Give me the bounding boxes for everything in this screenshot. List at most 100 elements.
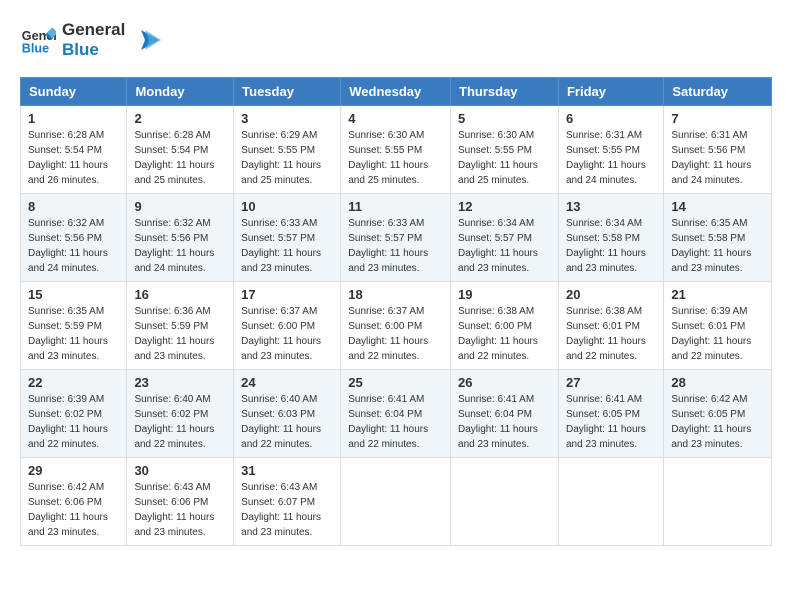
day-number: 13: [566, 199, 656, 214]
day-info: Sunrise: 6:31 AMSunset: 5:56 PMDaylight:…: [671, 128, 764, 188]
day-info: Sunrise: 6:35 AMSunset: 5:58 PMDaylight:…: [671, 216, 764, 276]
day-info: Sunrise: 6:40 AMSunset: 6:02 PMDaylight:…: [134, 392, 226, 452]
day-number: 18: [348, 287, 443, 302]
calendar-cell: 18 Sunrise: 6:37 AMSunset: 6:00 PMDaylig…: [341, 281, 451, 369]
header-friday: Friday: [558, 77, 663, 105]
calendar-cell: 17 Sunrise: 6:37 AMSunset: 6:00 PMDaylig…: [234, 281, 341, 369]
day-info: Sunrise: 6:30 AMSunset: 5:55 PMDaylight:…: [348, 128, 443, 188]
calendar-cell: 12 Sunrise: 6:34 AMSunset: 5:57 PMDaylig…: [451, 193, 559, 281]
day-info: Sunrise: 6:28 AMSunset: 5:54 PMDaylight:…: [134, 128, 226, 188]
day-number: 2: [134, 111, 226, 126]
day-number: 26: [458, 375, 551, 390]
day-number: 20: [566, 287, 656, 302]
calendar-cell: 3 Sunrise: 6:29 AMSunset: 5:55 PMDayligh…: [234, 105, 341, 193]
header-monday: Monday: [127, 77, 234, 105]
calendar-cell: [451, 457, 559, 545]
day-number: 21: [671, 287, 764, 302]
header-sunday: Sunday: [21, 77, 127, 105]
calendar-cell: 19 Sunrise: 6:38 AMSunset: 6:00 PMDaylig…: [451, 281, 559, 369]
calendar-cell: 2 Sunrise: 6:28 AMSunset: 5:54 PMDayligh…: [127, 105, 234, 193]
day-info: Sunrise: 6:28 AMSunset: 5:54 PMDaylight:…: [28, 128, 119, 188]
day-number: 16: [134, 287, 226, 302]
day-info: Sunrise: 6:30 AMSunset: 5:55 PMDaylight:…: [458, 128, 551, 188]
page-header: General Blue General Blue: [20, 20, 772, 61]
day-info: Sunrise: 6:43 AMSunset: 6:07 PMDaylight:…: [241, 480, 333, 540]
day-info: Sunrise: 6:41 AMSunset: 6:04 PMDaylight:…: [348, 392, 443, 452]
calendar-cell: 21 Sunrise: 6:39 AMSunset: 6:01 PMDaylig…: [664, 281, 772, 369]
calendar-cell: 24 Sunrise: 6:40 AMSunset: 6:03 PMDaylig…: [234, 369, 341, 457]
calendar-cell: 28 Sunrise: 6:42 AMSunset: 6:05 PMDaylig…: [664, 369, 772, 457]
calendar-cell: 11 Sunrise: 6:33 AMSunset: 5:57 PMDaylig…: [341, 193, 451, 281]
calendar-cell: 29 Sunrise: 6:42 AMSunset: 6:06 PMDaylig…: [21, 457, 127, 545]
day-info: Sunrise: 6:32 AMSunset: 5:56 PMDaylight:…: [28, 216, 119, 276]
day-number: 25: [348, 375, 443, 390]
calendar-cell: [664, 457, 772, 545]
header-wednesday: Wednesday: [341, 77, 451, 105]
calendar-cell: 10 Sunrise: 6:33 AMSunset: 5:57 PMDaylig…: [234, 193, 341, 281]
calendar-cell: [558, 457, 663, 545]
day-number: 8: [28, 199, 119, 214]
calendar-cell: 23 Sunrise: 6:40 AMSunset: 6:02 PMDaylig…: [127, 369, 234, 457]
calendar-header-row: SundayMondayTuesdayWednesdayThursdayFrid…: [21, 77, 772, 105]
day-info: Sunrise: 6:34 AMSunset: 5:57 PMDaylight:…: [458, 216, 551, 276]
calendar-cell: 1 Sunrise: 6:28 AMSunset: 5:54 PMDayligh…: [21, 105, 127, 193]
day-info: Sunrise: 6:40 AMSunset: 6:03 PMDaylight:…: [241, 392, 333, 452]
day-info: Sunrise: 6:32 AMSunset: 5:56 PMDaylight:…: [134, 216, 226, 276]
calendar-cell: 4 Sunrise: 6:30 AMSunset: 5:55 PMDayligh…: [341, 105, 451, 193]
calendar-week-1: 1 Sunrise: 6:28 AMSunset: 5:54 PMDayligh…: [21, 105, 772, 193]
header-saturday: Saturday: [664, 77, 772, 105]
calendar-cell: 30 Sunrise: 6:43 AMSunset: 6:06 PMDaylig…: [127, 457, 234, 545]
day-info: Sunrise: 6:37 AMSunset: 6:00 PMDaylight:…: [241, 304, 333, 364]
day-info: Sunrise: 6:33 AMSunset: 5:57 PMDaylight:…: [241, 216, 333, 276]
day-number: 17: [241, 287, 333, 302]
day-number: 6: [566, 111, 656, 126]
calendar-week-3: 15 Sunrise: 6:35 AMSunset: 5:59 PMDaylig…: [21, 281, 772, 369]
calendar-table: SundayMondayTuesdayWednesdayThursdayFrid…: [20, 77, 772, 546]
day-number: 29: [28, 463, 119, 478]
day-info: Sunrise: 6:39 AMSunset: 6:02 PMDaylight:…: [28, 392, 119, 452]
calendar-cell: 14 Sunrise: 6:35 AMSunset: 5:58 PMDaylig…: [664, 193, 772, 281]
day-info: Sunrise: 6:31 AMSunset: 5:55 PMDaylight:…: [566, 128, 656, 188]
logo-blue: Blue: [62, 40, 125, 60]
calendar-cell: 26 Sunrise: 6:41 AMSunset: 6:04 PMDaylig…: [451, 369, 559, 457]
calendar-cell: [341, 457, 451, 545]
day-info: Sunrise: 6:36 AMSunset: 5:59 PMDaylight:…: [134, 304, 226, 364]
calendar-cell: 6 Sunrise: 6:31 AMSunset: 5:55 PMDayligh…: [558, 105, 663, 193]
day-info: Sunrise: 6:35 AMSunset: 5:59 PMDaylight:…: [28, 304, 119, 364]
logo-general: General: [62, 20, 125, 40]
day-number: 7: [671, 111, 764, 126]
day-number: 27: [566, 375, 656, 390]
calendar-week-2: 8 Sunrise: 6:32 AMSunset: 5:56 PMDayligh…: [21, 193, 772, 281]
day-number: 11: [348, 199, 443, 214]
header-thursday: Thursday: [451, 77, 559, 105]
day-number: 23: [134, 375, 226, 390]
logo: General Blue General Blue: [20, 20, 161, 61]
day-info: Sunrise: 6:38 AMSunset: 6:01 PMDaylight:…: [566, 304, 656, 364]
day-number: 24: [241, 375, 333, 390]
day-info: Sunrise: 6:41 AMSunset: 6:05 PMDaylight:…: [566, 392, 656, 452]
calendar-cell: 27 Sunrise: 6:41 AMSunset: 6:05 PMDaylig…: [558, 369, 663, 457]
day-number: 9: [134, 199, 226, 214]
calendar-cell: 7 Sunrise: 6:31 AMSunset: 5:56 PMDayligh…: [664, 105, 772, 193]
day-info: Sunrise: 6:42 AMSunset: 6:05 PMDaylight:…: [671, 392, 764, 452]
day-info: Sunrise: 6:34 AMSunset: 5:58 PMDaylight:…: [566, 216, 656, 276]
calendar-week-4: 22 Sunrise: 6:39 AMSunset: 6:02 PMDaylig…: [21, 369, 772, 457]
day-info: Sunrise: 6:39 AMSunset: 6:01 PMDaylight:…: [671, 304, 764, 364]
calendar-week-5: 29 Sunrise: 6:42 AMSunset: 6:06 PMDaylig…: [21, 457, 772, 545]
day-number: 4: [348, 111, 443, 126]
day-info: Sunrise: 6:33 AMSunset: 5:57 PMDaylight:…: [348, 216, 443, 276]
day-number: 15: [28, 287, 119, 302]
calendar-cell: 8 Sunrise: 6:32 AMSunset: 5:56 PMDayligh…: [21, 193, 127, 281]
day-number: 12: [458, 199, 551, 214]
calendar-cell: 20 Sunrise: 6:38 AMSunset: 6:01 PMDaylig…: [558, 281, 663, 369]
calendar-cell: 5 Sunrise: 6:30 AMSunset: 5:55 PMDayligh…: [451, 105, 559, 193]
logo-icon: General Blue: [20, 22, 56, 58]
calendar-cell: 31 Sunrise: 6:43 AMSunset: 6:07 PMDaylig…: [234, 457, 341, 545]
calendar-cell: 13 Sunrise: 6:34 AMSunset: 5:58 PMDaylig…: [558, 193, 663, 281]
day-number: 30: [134, 463, 226, 478]
day-info: Sunrise: 6:38 AMSunset: 6:00 PMDaylight:…: [458, 304, 551, 364]
day-number: 14: [671, 199, 764, 214]
day-info: Sunrise: 6:42 AMSunset: 6:06 PMDaylight:…: [28, 480, 119, 540]
day-number: 10: [241, 199, 333, 214]
day-number: 28: [671, 375, 764, 390]
